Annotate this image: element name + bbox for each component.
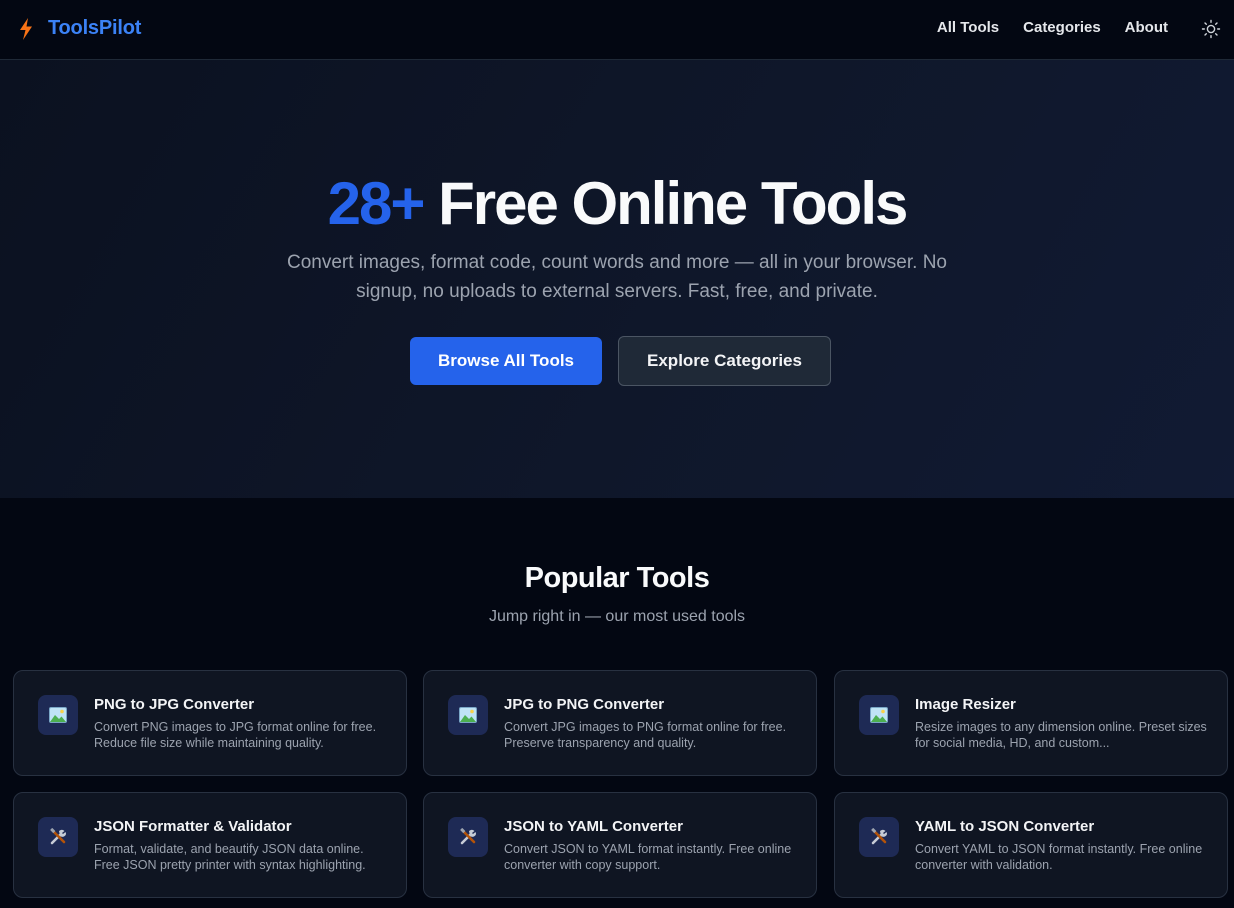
hero-title-accent: 28+ — [327, 170, 426, 237]
image-icon — [859, 695, 899, 735]
image-icon — [448, 695, 488, 735]
tool-card-title: Image Resizer — [915, 696, 1016, 713]
tool-card-description: Format, validate, and beautify JSON data… — [94, 842, 366, 872]
tools-icon — [859, 817, 899, 857]
sun-icon[interactable] — [1201, 19, 1221, 39]
image-icon — [38, 695, 78, 735]
tool-card-title: JSON to YAML Converter — [504, 818, 683, 835]
tool-card-title: JSON Formatter & Validator — [94, 818, 292, 835]
tool-card-image-resizer[interactable]: Image Resizer Resize images to any dimen… — [834, 670, 1228, 776]
tool-card-description: Convert JPG images to PNG format online … — [504, 720, 787, 750]
browse-all-tools-button[interactable]: Browse All Tools — [410, 337, 602, 385]
tools-icon — [448, 817, 488, 857]
tool-card-json-to-yaml[interactable]: JSON to YAML Converter Convert JSON to Y… — [423, 792, 817, 898]
tool-card-title: JPG to PNG Converter — [504, 696, 665, 713]
tool-card-title: PNG to JPG Converter — [94, 696, 255, 713]
popular-tools-subtitle: Jump right in — our most used tools — [488, 608, 746, 625]
explore-categories-button[interactable]: Explore Categories — [618, 336, 831, 386]
nav-categories[interactable]: Categories — [1023, 19, 1101, 36]
hero-subtitle: Convert images, format code, count words… — [286, 252, 947, 302]
tool-card-yaml-to-json[interactable]: YAML to JSON Converter Convert YAML to J… — [834, 792, 1228, 898]
lightning-bolt-icon — [20, 17, 32, 40]
tool-card-png-to-jpg[interactable]: PNG to JPG Converter Convert PNG images … — [13, 670, 407, 776]
tool-card-json-formatter[interactable]: JSON Formatter & Validator Format, valid… — [13, 792, 407, 898]
tool-card-description: Convert JSON to YAML format instantly. F… — [504, 842, 792, 872]
tool-card-jpg-to-png[interactable]: JPG to PNG Converter Convert JPG images … — [423, 670, 817, 776]
hero-title: 28+ Free Online Tools — [0, 168, 1234, 240]
tool-card-description: Convert PNG images to JPG format online … — [94, 720, 377, 750]
tools-icon — [38, 817, 78, 857]
tool-card-description: Resize images to any dimension online. P… — [915, 720, 1207, 750]
main-nav: All Tools Categories About — [937, 19, 1168, 36]
nav-all-tools[interactable]: All Tools — [937, 19, 999, 36]
site-header: ToolsPilot All Tools Categories About — [0, 0, 1234, 60]
popular-tools-title: Popular Tools — [524, 562, 710, 594]
tool-card-description: Convert YAML to JSON format instantly. F… — [915, 842, 1203, 872]
nav-about[interactable]: About — [1125, 19, 1168, 36]
hero-title-rest: Free Online Tools — [423, 170, 908, 237]
tool-card-title: YAML to JSON Converter — [915, 818, 1095, 835]
logo-text: ToolsPilot — [48, 17, 142, 39]
logo-link[interactable]: ToolsPilot — [18, 17, 141, 40]
